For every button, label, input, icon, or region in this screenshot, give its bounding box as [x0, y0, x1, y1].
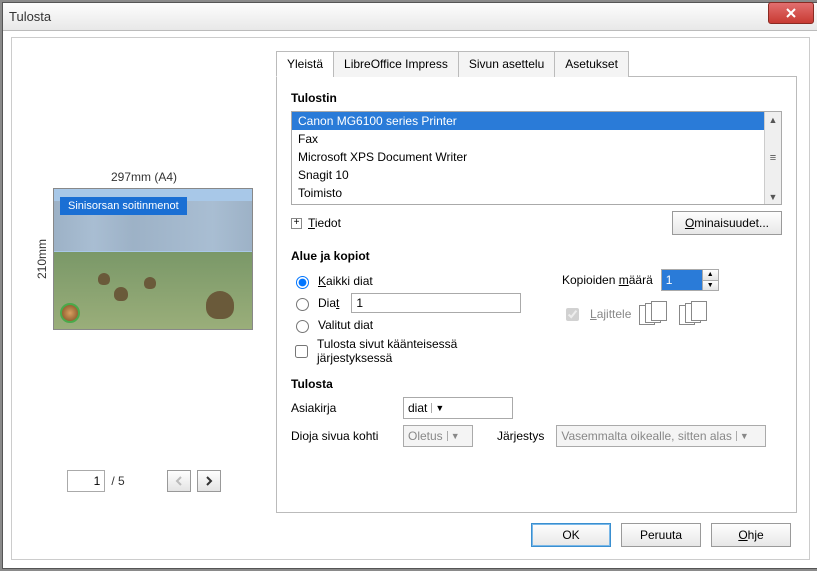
chevron-right-icon — [205, 476, 213, 486]
chevron-down-icon: ▼ — [447, 431, 463, 441]
perpage-value: Oletus — [408, 429, 443, 443]
details-label: Tiedot — [308, 216, 341, 230]
titlebar: Tulosta — [3, 3, 817, 31]
scroll-up-icon: ▲ — [766, 112, 781, 127]
collate-checkbox — [566, 308, 579, 321]
tab-page-layout[interactable]: Sivun asettelu — [458, 51, 555, 77]
close-icon — [785, 7, 797, 19]
pager: / 5 — [67, 470, 220, 492]
radio-selected[interactable] — [296, 320, 309, 333]
copies-label: Kopioiden määrä — [562, 273, 653, 287]
range-row: Kaikki diat Diat Valitut diat — [291, 269, 782, 369]
main-row: 297mm (A4) 210mm Sinisorsan soitinmenot — [24, 50, 797, 513]
ok-button[interactable]: OK — [531, 523, 611, 547]
collate-label: Lajittele — [590, 307, 631, 321]
tabs: Yleistä LibreOffice Impress Sivun asette… — [276, 50, 797, 77]
page-number-input[interactable] — [67, 470, 105, 492]
spinner-buttons: ▲ ▼ — [702, 270, 718, 290]
scroll-grip-icon: ≡ — [766, 151, 781, 166]
print-section-title: Tulosta — [291, 377, 782, 391]
printer-item[interactable]: Toimisto — [292, 184, 764, 202]
duck-icon — [206, 291, 234, 319]
copies-input[interactable] — [662, 270, 702, 290]
tab-content-general: Tulostin Canon MG6100 series Printer Fax… — [276, 77, 797, 513]
details-expander[interactable]: + Tiedot — [291, 216, 341, 230]
list-scrollbar[interactable]: ▲ ≡ ▼ — [764, 112, 781, 204]
printer-section-title: Tulostin — [291, 91, 782, 105]
radio-all-slides-row: Kaikki diat — [291, 273, 522, 289]
dialog-body: 297mm (A4) 210mm Sinisorsan soitinmenot — [11, 37, 810, 560]
properties-button[interactable]: Ominaisuudet... — [672, 211, 782, 235]
chevron-left-icon — [175, 476, 183, 486]
tab-impress[interactable]: LibreOffice Impress — [333, 51, 459, 77]
copies-row: Kopioiden määrä ▲ ▼ — [562, 269, 782, 291]
document-label: Asiakirja — [291, 401, 391, 415]
tab-options[interactable]: Asetukset — [554, 51, 629, 77]
duck-icon — [144, 277, 156, 289]
perpage-select: Oletus ▼ — [403, 425, 473, 447]
range-right: Kopioiden määrä ▲ ▼ — [562, 269, 782, 369]
slides-range-input[interactable] — [351, 293, 521, 313]
slide-title-overlay: Sinisorsan soitinmenot — [60, 197, 187, 215]
duck-icon — [114, 287, 128, 301]
radio-all-slides-label: Kaikki diat — [318, 274, 373, 288]
printer-item[interactable]: Fax — [292, 130, 764, 148]
chevron-down-icon: ▼ — [431, 403, 447, 413]
plus-icon: + — [291, 218, 302, 229]
reverse-order-label: Tulosta sivut käänteisessä järjestyksess… — [317, 337, 522, 365]
avatar-icon — [60, 303, 80, 323]
spin-down-button[interactable]: ▼ — [703, 281, 718, 291]
radio-slides-row: Diat — [291, 293, 522, 313]
printer-item[interactable]: Snagit 10 — [292, 166, 764, 184]
next-page-button[interactable] — [197, 470, 221, 492]
order-select: Vasemmalta oikealle, sitten alas ▼ — [556, 425, 766, 447]
collate-icon — [679, 301, 711, 327]
radio-slides[interactable] — [296, 298, 309, 311]
radio-selected-row: Valitut diat — [291, 317, 522, 333]
order-value: Vasemmalta oikealle, sitten alas — [561, 429, 732, 443]
range-left: Kaikki diat Diat Valitut diat — [291, 269, 522, 369]
document-row: Asiakirja diat ▼ — [291, 397, 782, 419]
document-select[interactable]: diat ▼ — [403, 397, 513, 419]
document-value: diat — [408, 401, 427, 415]
cancel-button[interactable]: Peruuta — [621, 523, 701, 547]
preview-wrap: 210mm Sinisorsan soitinmenot — [35, 188, 253, 330]
chevron-down-icon: ▼ — [736, 431, 752, 441]
close-button[interactable] — [768, 2, 814, 24]
radio-selected-label: Valitut diat — [318, 318, 373, 332]
print-section: Tulosta Asiakirja diat ▼ Dioja sivua koh… — [291, 377, 782, 447]
radio-slides-label: Diat — [318, 296, 339, 310]
page-height-label: 210mm — [35, 239, 49, 279]
collate-row: Lajittele — [562, 301, 782, 327]
print-dialog: Tulosta 297mm (A4) 210mm Sinisorsan soit… — [2, 2, 817, 569]
dialog-footer: OK Peruuta Ohje — [24, 513, 797, 547]
prev-page-button[interactable] — [167, 470, 191, 492]
tab-general[interactable]: Yleistä — [276, 51, 334, 77]
perpage-label: Dioja sivua kohti — [291, 429, 391, 443]
print-preview: Sinisorsan soitinmenot — [53, 188, 253, 330]
duck-icon — [98, 273, 110, 285]
order-label: Järjestys — [497, 429, 544, 443]
details-row: + Tiedot Ominaisuudet... — [291, 211, 782, 235]
printer-items: Canon MG6100 series Printer Fax Microsof… — [292, 112, 764, 204]
page-width-label: 297mm (A4) — [111, 170, 177, 184]
printer-item[interactable]: Microsoft XPS Document Writer — [292, 148, 764, 166]
reverse-order-checkbox[interactable] — [295, 345, 308, 358]
help-button[interactable]: Ohje — [711, 523, 791, 547]
perpage-row: Dioja sivua kohti Oletus ▼ Järjestys Vas… — [291, 425, 782, 447]
printer-list[interactable]: Canon MG6100 series Printer Fax Microsof… — [291, 111, 782, 205]
collate-icon — [639, 301, 671, 327]
radio-all-slides[interactable] — [296, 276, 309, 289]
range-section-title: Alue ja kopiot — [291, 249, 782, 263]
reverse-order-row: Tulosta sivut käänteisessä järjestyksess… — [291, 337, 522, 365]
spin-up-button[interactable]: ▲ — [703, 270, 718, 281]
printer-item[interactable]: Canon MG6100 series Printer — [292, 112, 764, 130]
right-column: Yleistä LibreOffice Impress Sivun asette… — [276, 50, 797, 513]
copies-spinner: ▲ ▼ — [661, 269, 719, 291]
page-total: / 5 — [111, 474, 124, 488]
preview-column: 297mm (A4) 210mm Sinisorsan soitinmenot — [24, 50, 264, 513]
scroll-down-icon: ▼ — [766, 189, 781, 204]
window-title: Tulosta — [9, 9, 812, 24]
